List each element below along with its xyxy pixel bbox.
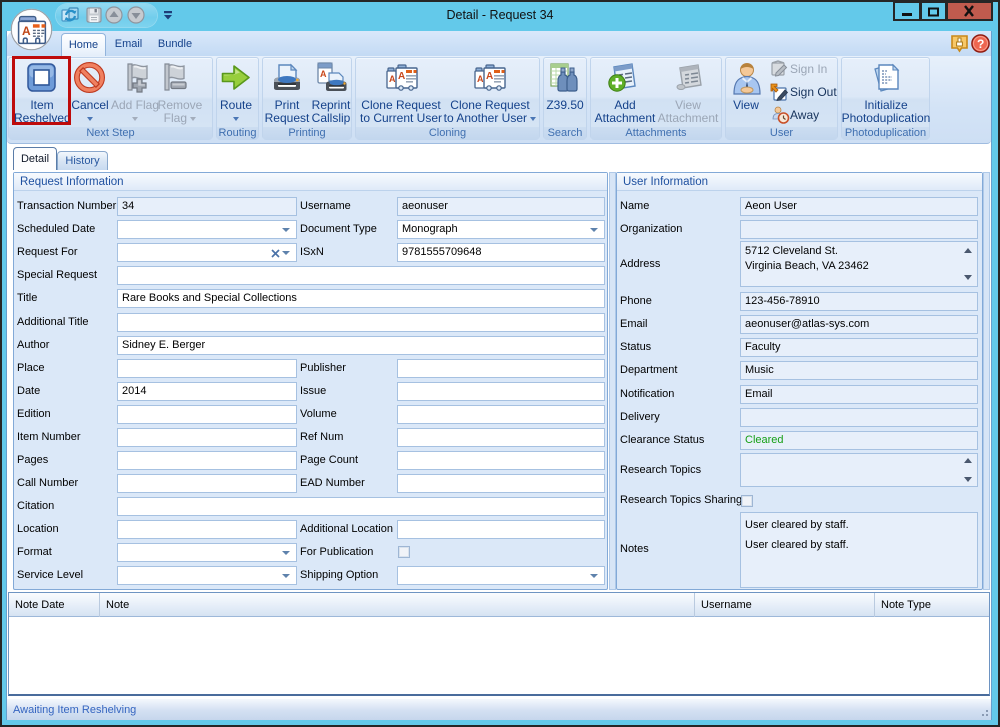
- svg-text:A: A: [398, 71, 405, 82]
- svg-text:A: A: [389, 74, 396, 84]
- svg-text:A: A: [477, 74, 484, 84]
- svg-text:A: A: [486, 71, 493, 82]
- svg-text:?: ?: [977, 37, 984, 51]
- svg-text:A: A: [320, 69, 327, 79]
- svg-text:A: A: [22, 24, 31, 38]
